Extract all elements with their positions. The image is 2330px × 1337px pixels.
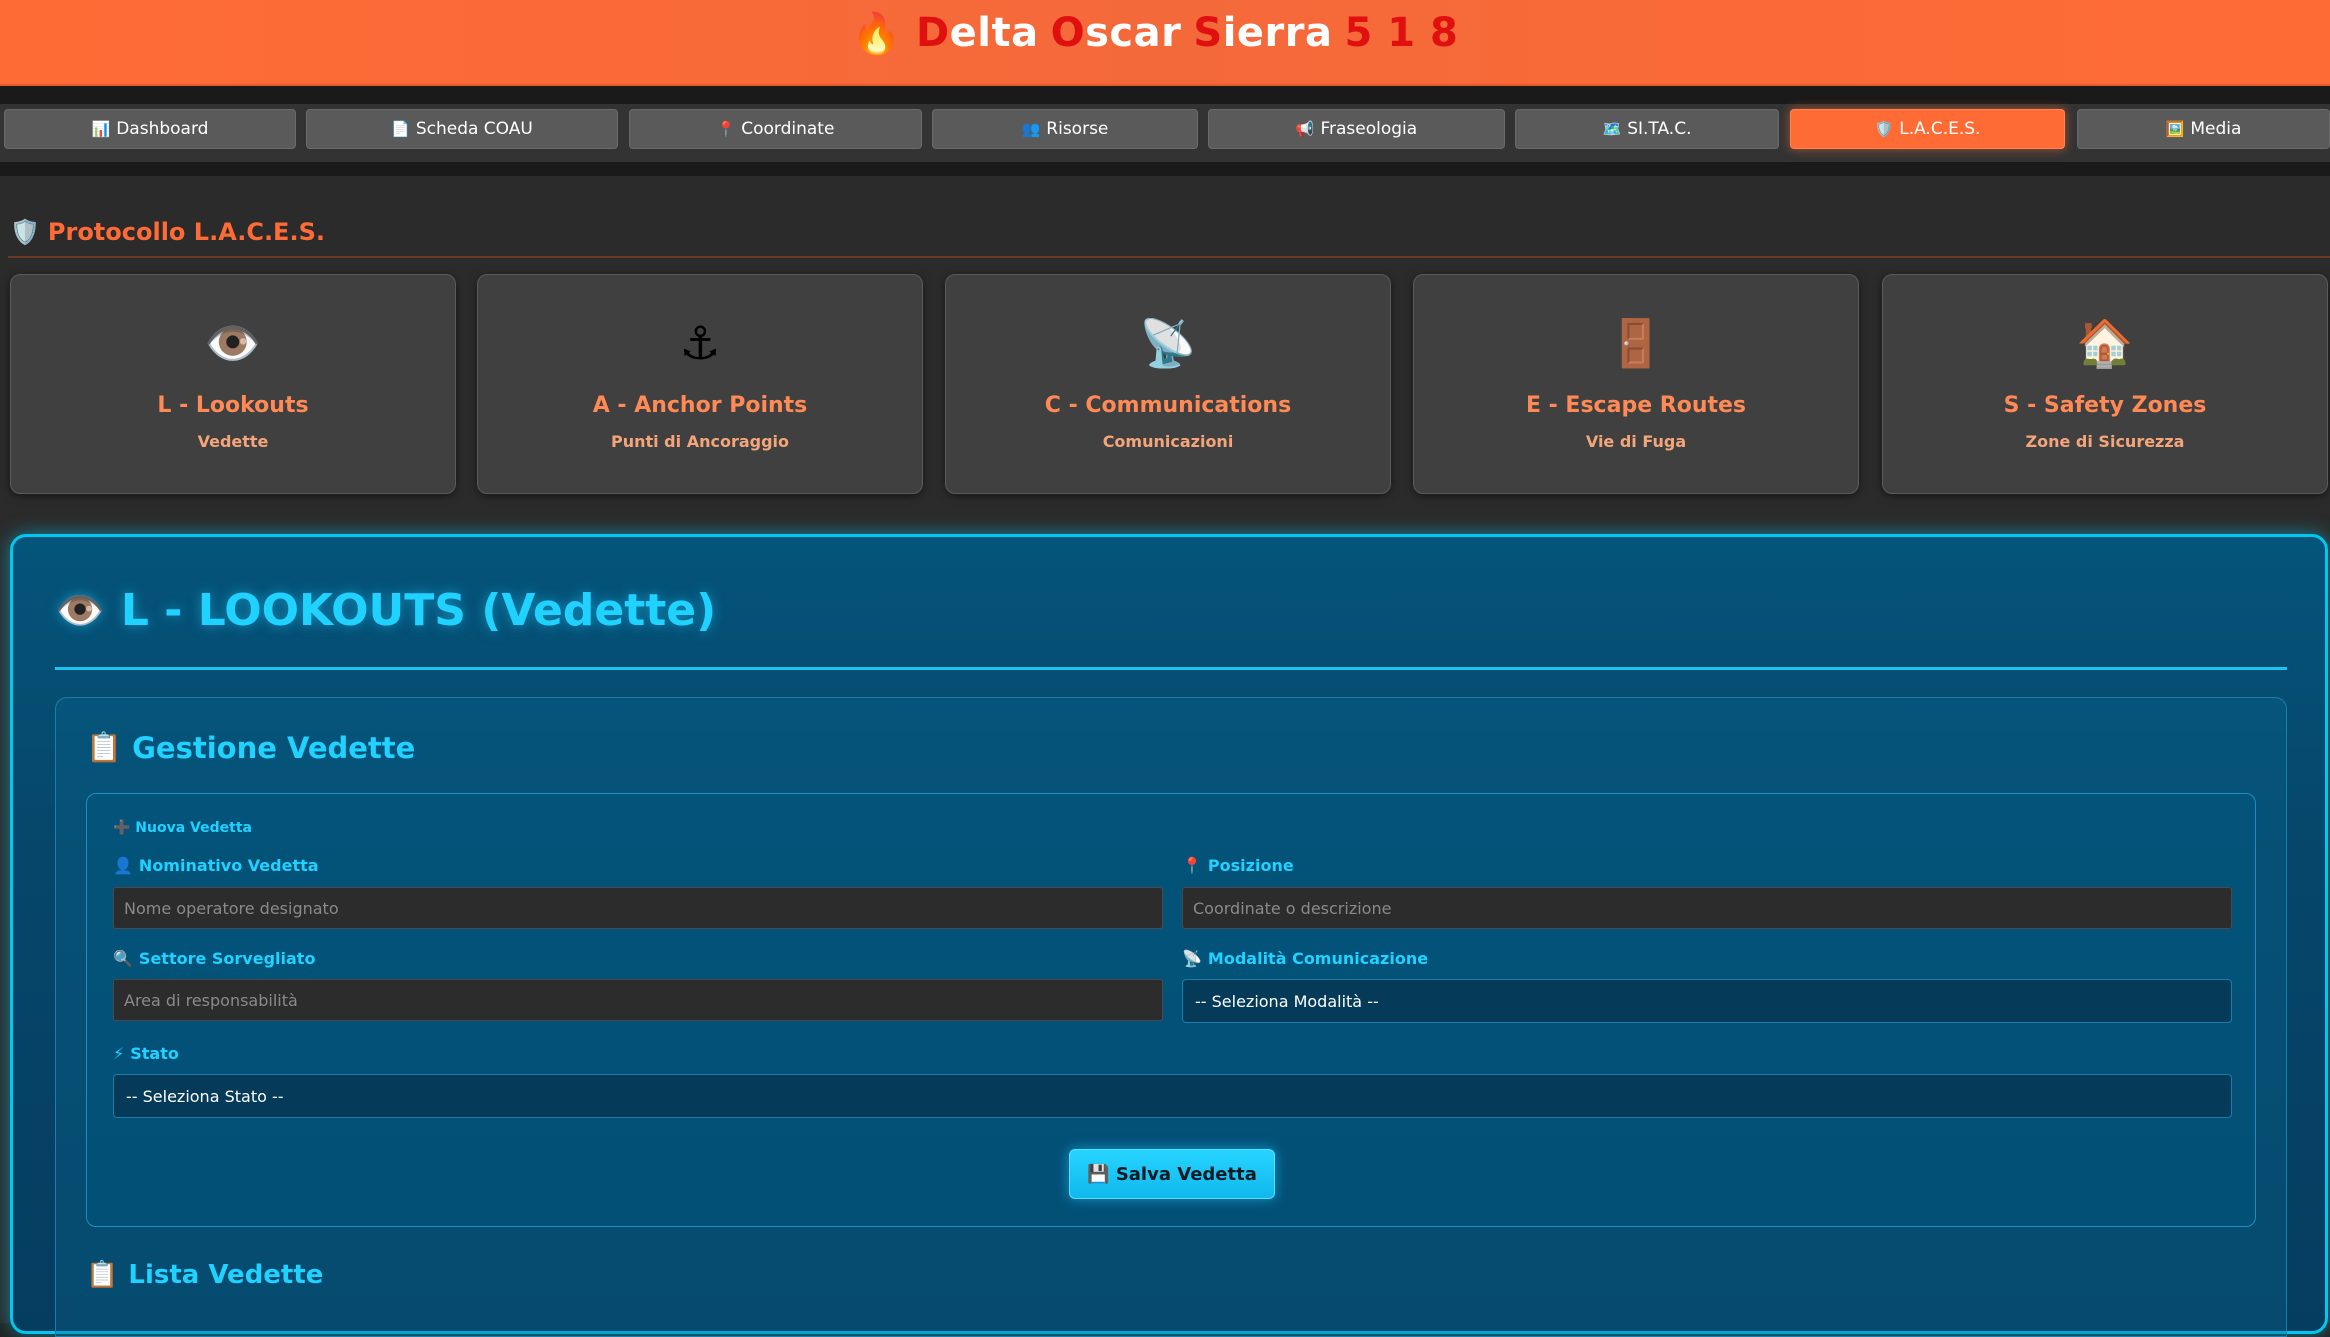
title-initial-s: S — [1193, 10, 1223, 56]
lightning-icon: ⚡ — [113, 1044, 125, 1063]
posizione-label-text: Posizione — [1207, 856, 1294, 875]
tab-coordinate[interactable]: 📍 Coordinate — [629, 109, 922, 149]
tab-label: Dashboard — [116, 119, 209, 139]
magnifier-icon: 🔍 — [113, 949, 133, 968]
person-icon: 👤 — [113, 856, 133, 875]
salva-vedetta-button[interactable]: 💾 Salva Vedetta — [1069, 1149, 1275, 1199]
posizione-input[interactable] — [1182, 887, 2232, 929]
lista-vedette-title-text: Lista Vedette — [128, 1260, 324, 1290]
title-initial-d: D — [915, 10, 950, 56]
megaphone-icon: 📢 — [1295, 120, 1315, 138]
settore-label: 🔍 Settore Sorvegliato — [113, 949, 315, 968]
tab-fraseologia[interactable]: 📢 Fraseologia — [1208, 109, 1505, 149]
protocol-title-text: Protocollo L.A.C.E.S. — [47, 218, 325, 246]
card-anchor-points[interactable]: ⚓ A - Anchor Points Punti di Ancoraggio — [477, 274, 923, 494]
card-title: A - Anchor Points — [592, 393, 808, 418]
gestione-vedette-section: 📋 Gestione Vedette ➕ Nuova Vedetta 👤 Nom… — [55, 697, 2287, 1337]
gestione-vedette-title-text: Gestione Vedette — [132, 730, 416, 765]
settore-label-text: Settore Sorvegliato — [138, 949, 316, 968]
card-subtitle: Vie di Fuga — [1585, 432, 1687, 451]
protocol-title: 🛡️ Protocollo L.A.C.E.S. — [10, 218, 325, 246]
tab-label: SI.TA.C. — [1627, 119, 1692, 139]
door-icon: 🚪 — [1607, 316, 1665, 370]
tab-label: Fraseologia — [1320, 119, 1418, 139]
satellite-dish-icon: 📡 — [1182, 949, 1202, 968]
nominativo-input[interactable] — [113, 887, 1163, 929]
title-word-delta: elta — [949, 10, 1039, 56]
pin-icon: 📍 — [716, 120, 736, 138]
document-icon: 📄 — [391, 120, 410, 138]
save-button-label: 💾 Salva Vedetta — [1087, 1163, 1257, 1185]
card-subtitle: Vedette — [197, 432, 269, 451]
tab-dashboard[interactable]: 📊 Dashboard — [4, 109, 296, 149]
card-title: L - Lookouts — [157, 393, 309, 418]
tab-label: Media — [2190, 119, 2242, 139]
clipboard-icon: 📋 — [86, 1260, 119, 1290]
pin-icon: 📍 — [1182, 856, 1202, 875]
tab-laces[interactable]: 🛡️ L.A.C.E.S. — [1790, 109, 2065, 149]
form-caption: ➕ Nuova Vedetta — [113, 820, 252, 836]
card-subtitle: Comunicazioni — [1102, 432, 1234, 451]
satellite-dish-icon: 📡 — [1139, 316, 1197, 370]
people-icon: 👥 — [1021, 120, 1041, 138]
image-icon: 🖼️ — [2165, 120, 2185, 138]
tab-scheda-coau[interactable]: 📄 Scheda COAU — [306, 109, 618, 149]
shield-icon: 🛡️ — [1874, 120, 1894, 138]
tab-sitac[interactable]: 🗺️ SI.TA.C. — [1515, 109, 1779, 149]
chart-icon: 📊 — [91, 120, 111, 138]
lookouts-title: 👁️ L - LOOKOUTS (Vedette) — [55, 585, 716, 636]
tab-label: L.A.C.E.S. — [1899, 119, 1981, 139]
tab-label: Coordinate — [741, 119, 835, 139]
card-title: E - Escape Routes — [1525, 393, 1747, 418]
card-lookouts[interactable]: 👁️ L - Lookouts Vedette — [10, 274, 456, 494]
stato-label: ⚡ Stato — [113, 1044, 179, 1063]
eye-icon: 👁️ — [204, 316, 262, 370]
card-subtitle: Punti di Ancoraggio — [610, 432, 790, 451]
stato-selected: -- Seleziona Stato -- — [126, 1086, 284, 1106]
anchor-icon: ⚓ — [679, 316, 721, 370]
nuova-vedetta-form: ➕ Nuova Vedetta 👤 Nominativo Vedetta 📍 P… — [86, 793, 2256, 1227]
map-icon: 🗺️ — [1602, 120, 1622, 138]
house-icon: 🏠 — [2076, 316, 2134, 370]
title-initial-o: O — [1050, 10, 1086, 56]
lookouts-divider — [55, 667, 2287, 670]
tab-risorse[interactable]: 👥 Risorse — [932, 109, 1198, 149]
stato-select[interactable]: -- Seleziona Stato -- — [113, 1074, 2232, 1118]
lista-vedette-title: 📋 Lista Vedette — [86, 1260, 323, 1290]
posizione-label: 📍 Posizione — [1182, 856, 1294, 875]
lookouts-title-text: L - LOOKOUTS (Vedette) — [120, 585, 717, 636]
shield-icon: 🛡️ — [10, 218, 40, 246]
card-escape-routes[interactable]: 🚪 E - Escape Routes Vie di Fuga — [1413, 274, 1859, 494]
protocol-divider — [8, 256, 2330, 258]
tab-label: Scheda COAU — [415, 119, 533, 139]
card-subtitle: Zone di Sicurezza — [2025, 432, 2185, 451]
eye-icon: 👁️ — [55, 588, 105, 634]
card-communications[interactable]: 📡 C - Communications Comunicazioni — [945, 274, 1391, 494]
nominativo-label-text: Nominativo Vedetta — [138, 856, 319, 875]
tab-label: Risorse — [1046, 119, 1109, 139]
app-title: 🔥 Delta Oscar Sierra 5 1 8 — [852, 10, 1459, 57]
modalita-select[interactable]: -- Seleziona Modalità -- — [1182, 979, 2232, 1023]
clipboard-icon: 📋 — [86, 730, 123, 764]
title-number: 5 1 8 — [1344, 10, 1459, 56]
stato-label-text: Stato — [130, 1044, 179, 1063]
nav-strip: 📊 Dashboard 📄 Scheda COAU 📍 Coordinate 👥… — [0, 86, 2330, 176]
card-title: C - Communications — [1044, 393, 1292, 418]
nav-bar: 📊 Dashboard 📄 Scheda COAU 📍 Coordinate 👥… — [0, 104, 2330, 162]
flame-icon: 🔥 — [851, 10, 902, 57]
main-content: 🛡️ Protocollo L.A.C.E.S. 👁️ L - Lookouts… — [0, 176, 2330, 1337]
modalita-label-text: Modalità Comunicazione — [1207, 949, 1429, 968]
app-header: 🔥 Delta Oscar Sierra 5 1 8 — [0, 0, 2330, 86]
modalita-selected: -- Seleziona Modalità -- — [1195, 991, 1379, 1011]
lookouts-panel: 👁️ L - LOOKOUTS (Vedette) 📋 Gestione Ved… — [10, 534, 2328, 1337]
title-word-oscar: scar — [1085, 10, 1182, 56]
settore-input[interactable] — [113, 979, 1163, 1021]
gestione-vedette-title: 📋 Gestione Vedette — [86, 730, 415, 765]
nominativo-label: 👤 Nominativo Vedetta — [113, 856, 319, 875]
title-word-sierra: ierra — [1222, 10, 1333, 56]
card-title: S - Safety Zones — [2003, 393, 2207, 418]
modalita-label: 📡 Modalità Comunicazione — [1182, 949, 1428, 968]
tab-media[interactable]: 🖼️ Media — [2077, 109, 2330, 149]
card-safety-zones[interactable]: 🏠 S - Safety Zones Zone di Sicurezza — [1882, 274, 2328, 494]
